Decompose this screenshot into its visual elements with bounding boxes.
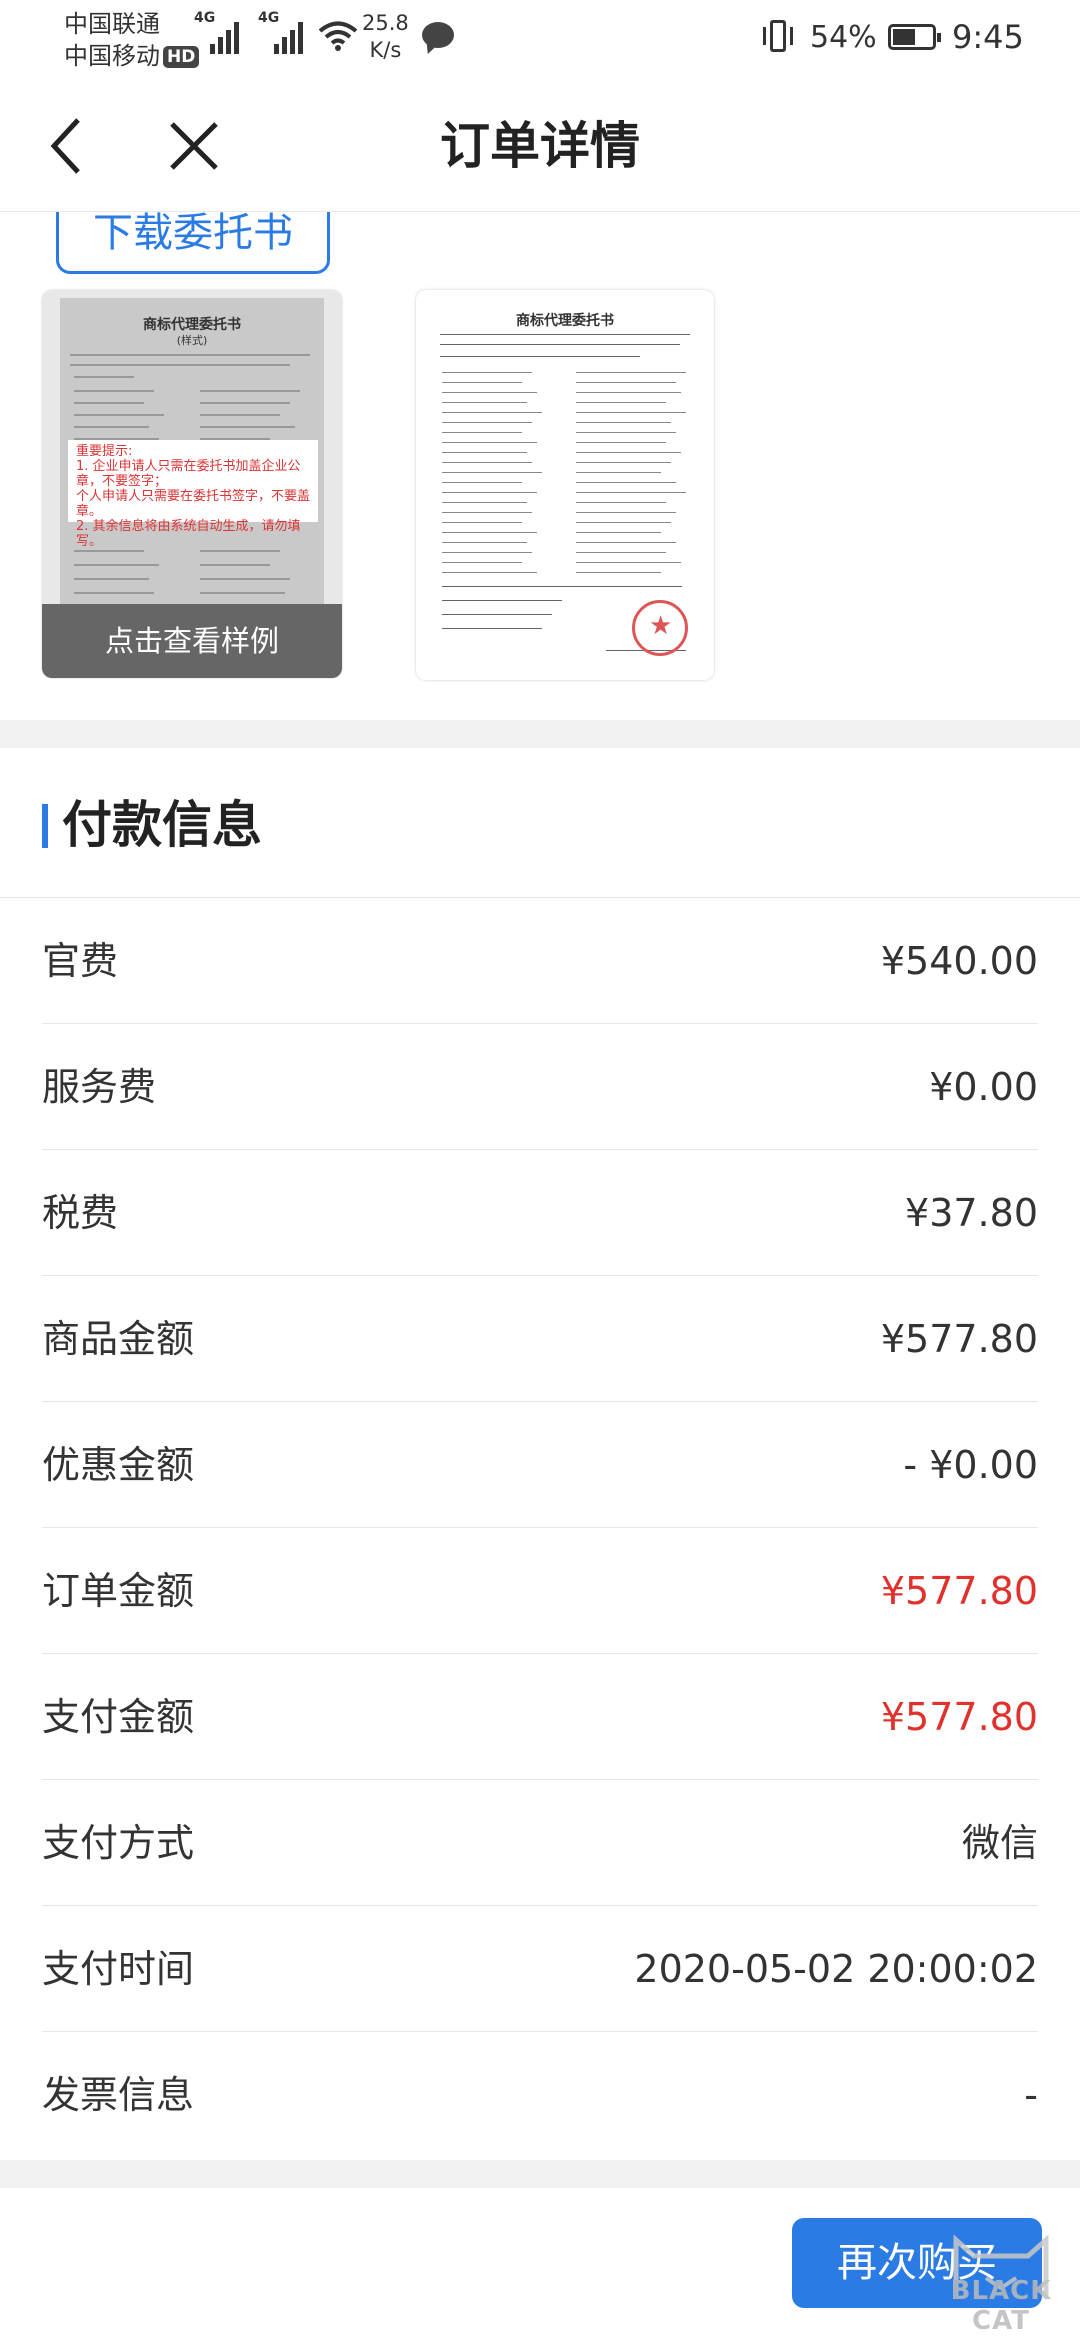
carrier-2: 中国移动 [64,42,160,70]
row-label: 服务费 [42,1065,157,1109]
row-value: ¥540.00 [880,939,1038,983]
row-label: 商品金额 [42,1317,195,1361]
row-value: ¥577.80 [880,1695,1038,1739]
hd-badge: HD [163,46,200,68]
section-header: 付款信息 [0,748,1080,898]
row-label: 优惠金额 [42,1443,195,1487]
payment-row-official-fee: 官费 ¥540.00 [42,898,1038,1024]
network-speed: 25.8 K/s [362,11,409,62]
row-value: - [1024,2073,1038,2117]
bottom-action-bar: 再次购买 [0,2188,1080,2340]
uploaded-document-image: 商标代理委托书 [426,300,704,670]
signal-icon: 4G [194,10,239,54]
vibrate-icon [763,20,793,52]
payment-row-invoice: 发票信息 - [42,2032,1038,2158]
payment-row-tax: 税费 ¥37.80 [42,1150,1038,1276]
payment-row-method: 支付方式 微信 [42,1780,1038,1906]
blackcat-watermark: BLACK CAT [926,2228,1076,2336]
row-value: 微信 [961,1821,1038,1865]
download-attorney-button[interactable]: 下载委托书 [56,212,330,274]
row-label: 税费 [42,1191,119,1235]
clock: 9:45 [952,18,1024,56]
view-sample-button[interactable]: 点击查看样例 [42,604,342,678]
row-label: 支付金额 [42,1695,195,1739]
uploaded-attorney-thumbnail[interactable]: 商标代理委托书 [416,290,714,680]
row-value: ¥0.00 [929,1065,1038,1109]
status-bar: 中国联通 中国移动 HD 4G 4G 25.8 K/s 54% 9:45 [0,0,1080,80]
row-value: ¥577.80 [880,1317,1038,1361]
section-divider [0,2160,1080,2188]
carrier-1: 中国联通 [64,10,160,38]
important-notice: 重要提示: 1. 企业申请人只需在委托书加盖企业公章，不要签字； 个人申请人只需… [68,440,318,549]
sample-doc-title: 商标代理委托书 [143,317,241,333]
watermark-text: BLACK CAT [950,2276,1052,2336]
payment-row-goods-amount: 商品金额 ¥577.80 [42,1276,1038,1402]
section-divider [0,720,1080,748]
row-value: ¥577.80 [880,1569,1038,1613]
row-value: 2020-05-02 20:00:02 [634,1947,1038,1991]
row-label: 发票信息 [42,2073,195,2117]
battery-icon [888,24,941,50]
carrier-info: 中国联通 中国移动 HD [64,8,200,72]
payment-row-service-fee: 服务费 ¥0.00 [42,1024,1038,1150]
battery-percent: 54% [810,20,877,55]
page-title: 订单详情 [440,117,640,175]
payment-row-discount: 优惠金额 - ¥0.00 [42,1402,1038,1528]
row-label: 订单金额 [42,1569,195,1613]
sample-doc-subtitle: (样式) [176,334,208,347]
payment-row-paid-amount: 支付金额 ¥577.80 [42,1654,1038,1780]
signal-icon: 4G [258,10,303,54]
battery-fill [893,29,915,45]
message-icon [422,22,454,48]
row-label: 支付方式 [42,1821,195,1865]
network-type-1: 4G [194,10,216,26]
wifi-icon [318,21,358,51]
section-accent-bar [42,804,48,848]
payment-row-order-amount: 订单金额 ¥577.80 [42,1528,1038,1654]
uploaded-doc-title: 商标代理委托书 [516,313,614,329]
row-label: 支付时间 [42,1947,195,1991]
payment-row-time: 支付时间 2020-05-02 20:00:02 [42,1906,1038,2032]
row-value: - ¥0.00 [903,1443,1038,1487]
row-label: 官费 [42,939,119,983]
nav-header: 订单详情 [0,80,1080,212]
power-of-attorney-section: 下载委托书 商标代理委托书 (样式) 重要提示: 1. 企业申请人只需在委托书加… [0,212,1080,720]
row-value: ¥37.80 [905,1191,1038,1235]
network-type-2: 4G [258,10,280,26]
official-seal-image [632,600,688,656]
payment-info-section: 付款信息 官费 ¥540.00 服务费 ¥0.00 税费 ¥37.80 商品金额… [0,748,1080,2160]
sample-thumbnail[interactable]: 商标代理委托书 (样式) 重要提示: 1. 企业申请人只需在委托书加盖企业公章，… [42,290,342,678]
section-title: 付款信息 [62,796,262,854]
